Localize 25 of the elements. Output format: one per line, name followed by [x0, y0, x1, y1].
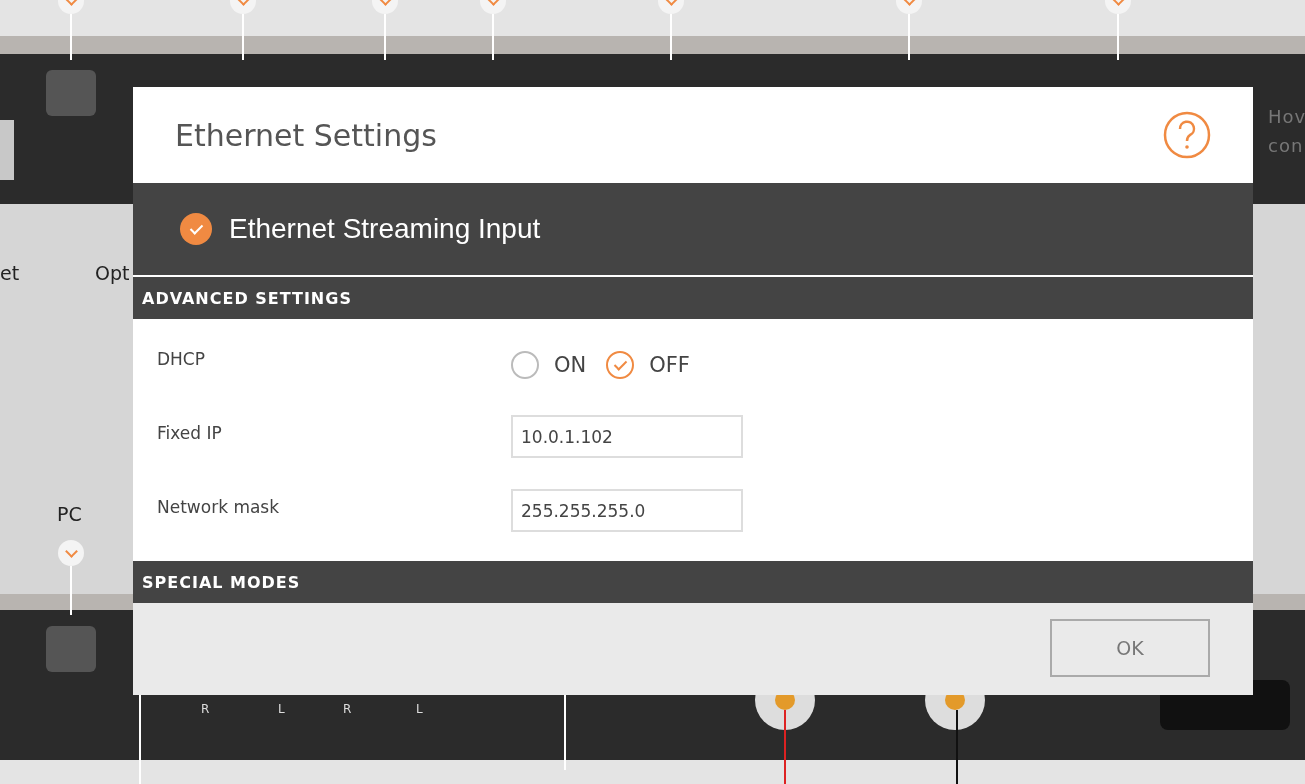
input-label: Ethernet Streaming Input [229, 213, 541, 245]
channel-label: R [201, 702, 210, 716]
help-icon[interactable] [1163, 111, 1211, 159]
setting-label: Network mask [157, 496, 281, 517]
radio-label: OFF [649, 353, 690, 377]
dialog-title: Ethernet Settings [175, 117, 437, 153]
channel-label: R [343, 702, 352, 716]
setting-label: Fixed IP [157, 422, 223, 443]
check-icon[interactable] [180, 213, 212, 245]
section-title: SPECIAL MODES [142, 572, 301, 592]
ok-button[interactable]: OK [1050, 619, 1210, 677]
radio-button[interactable] [606, 351, 635, 379]
radio-label: ON [554, 353, 587, 377]
section-title: ADVANCED SETTINGS [142, 288, 352, 308]
input-field[interactable]: 10.0.1.102 [511, 415, 743, 458]
channel-label: L [278, 702, 285, 716]
channel-label: L [416, 702, 423, 716]
help-text: con [1268, 135, 1305, 156]
help-text: Hov [1268, 106, 1305, 127]
port-label: et [0, 262, 20, 284]
setting-label: DHCP [157, 348, 206, 369]
input-field[interactable]: 255.255.255.0 [511, 489, 743, 532]
port-label: Opt [95, 262, 130, 284]
radio-button[interactable] [511, 351, 539, 379]
port-label: PC [57, 503, 82, 525]
